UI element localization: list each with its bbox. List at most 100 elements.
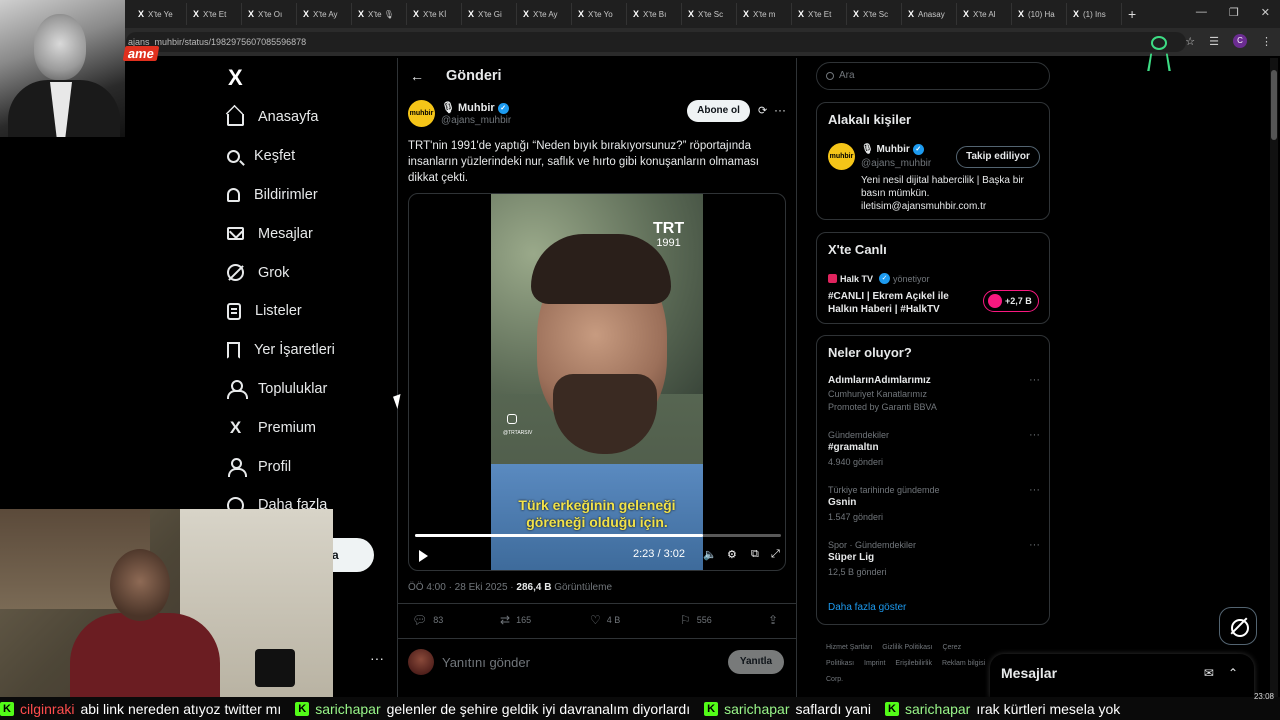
following-button[interactable]: Takip ediliyor [956, 146, 1040, 168]
show-more-link[interactable]: Daha fazla göster [828, 602, 906, 613]
account-more-icon[interactable]: ··· [370, 650, 384, 666]
bookmark-action[interactable]: ⚐ 556 [680, 613, 712, 627]
user-avatar[interactable] [408, 649, 434, 675]
reply-button[interactable]: Yanıtla [728, 650, 784, 674]
nav-item[interactable]: Profil [220, 447, 390, 486]
tab-label: (1) Ins [1083, 9, 1106, 19]
browser-tab[interactable]: X X'te Ye [132, 3, 187, 25]
nav-item[interactable]: X Premium [220, 408, 390, 447]
play-icon[interactable] [419, 550, 428, 562]
back-arrow-icon[interactable]: ← [410, 68, 424, 84]
url-field[interactable]: ajans_muhbir/status/1982975607085596878 [126, 32, 1186, 52]
search-input[interactable]: Ara [816, 62, 1050, 90]
communities-icon [227, 380, 248, 400]
new-message-icon[interactable]: ✉ [1204, 666, 1214, 680]
browser-tab[interactable]: X X'te Ay [517, 3, 572, 25]
card-title: Neler oluyor? [828, 345, 912, 360]
live-host[interactable]: Halk TV ✓ yönetiyor [828, 273, 930, 284]
trend-more-icon[interactable]: ··· [1029, 429, 1040, 441]
scroll-thumb[interactable] [1271, 70, 1277, 140]
nav-item[interactable]: Keşfet [220, 137, 390, 176]
browser-tab[interactable]: X X'te Yo [572, 3, 627, 25]
settings-icon[interactable]: ⚙ [727, 548, 737, 561]
footer-link[interactable]: Imprint [864, 660, 885, 667]
nav-item-label: Mesajlar [258, 225, 313, 242]
footer-link[interactable]: Gizlilik Politikası [882, 644, 932, 651]
nav-item[interactable]: Anasayfa [220, 98, 390, 137]
x-logo-icon[interactable]: X [228, 66, 252, 90]
trend-item[interactable]: AdımlarınAdımlarımız Cumhuriyet Kanatları… [828, 374, 1040, 414]
trend-more-icon[interactable]: ··· [1029, 374, 1040, 386]
related-name[interactable]: 🎙 Muhbir ✓ [861, 144, 924, 155]
like-action[interactable]: ♡ 4 B [590, 613, 620, 627]
browser-tab[interactable]: X (1) Ins [1067, 3, 1122, 25]
trend-more-icon[interactable]: ··· [1029, 539, 1040, 551]
nav-item[interactable]: Mesajlar [220, 214, 390, 253]
browser-tab[interactable]: X X'te Et [187, 3, 242, 25]
browser-tab[interactable]: X X'te Sc [682, 3, 737, 25]
messages-drawer[interactable]: Mesajlar ✉ ⌃ [990, 654, 1254, 698]
related-avatar[interactable]: muhbir [828, 143, 855, 170]
scrollbar[interactable] [1270, 58, 1278, 698]
x-favicon-icon: X [303, 9, 310, 19]
minimize-icon[interactable]: — [1196, 6, 1207, 19]
tweet-more-icon[interactable]: ··· [774, 103, 786, 117]
star-icon[interactable]: ☆ [1185, 35, 1195, 48]
author-name[interactable]: 🎙 Muhbir ✓ [441, 101, 509, 114]
browser-tab[interactable]: X X'te Kİ [407, 3, 462, 25]
extension-figure-icon[interactable] [1147, 36, 1171, 71]
share-action[interactable]: ⇪ [768, 613, 778, 627]
video-progress-bar[interactable] [415, 534, 781, 537]
author-avatar[interactable]: muhbir [408, 100, 435, 127]
media-controls-icon[interactable]: ☰ [1209, 35, 1219, 48]
new-tab-button[interactable]: + [1128, 6, 1136, 22]
profile-avatar[interactable]: C [1233, 34, 1247, 48]
browser-tab[interactable]: X X'te Al [957, 3, 1012, 25]
browser-menu-icon[interactable]: ⋮ [1261, 35, 1272, 48]
author-handle[interactable]: @ajans_muhbir [441, 115, 511, 126]
nav-item[interactable]: Bildirimler [220, 176, 390, 215]
trend-count: 4.940 gönderi [828, 457, 884, 467]
volume-icon[interactable]: 🔈 [703, 548, 717, 561]
x-favicon-icon: X [908, 9, 915, 19]
browser-tab[interactable]: X X'te Oı [242, 3, 297, 25]
pip-icon[interactable]: ⧉ [751, 548, 759, 561]
nav-item[interactable]: Yer İşaretleri [220, 331, 390, 370]
close-icon[interactable]: ✕ [1261, 6, 1270, 19]
browser-tab[interactable]: X X'te Gi [462, 3, 517, 25]
browser-tab[interactable]: X X'te m [737, 3, 792, 25]
browser-tab[interactable]: X X'te Et [792, 3, 847, 25]
trend-count: 1.547 gönderi [828, 512, 884, 522]
fullscreen-icon[interactable]: ⤢ [771, 548, 780, 561]
footer-link[interactable]: Erişilebilirlik [895, 660, 932, 667]
video-player[interactable]: TRT 1991 @TRTARSIV Türk erkeğinin geleneğ… [408, 193, 786, 571]
nav-item[interactable]: Topluluklar [220, 370, 390, 409]
x-favicon-icon: X [1073, 9, 1080, 19]
browser-tab[interactable]: X X'te Bı [627, 3, 682, 25]
trend-more-icon[interactable]: ··· [1029, 484, 1040, 496]
restore-icon[interactable]: ❐ [1229, 6, 1239, 19]
repost-action[interactable]: ⇄ 165 [500, 613, 531, 627]
browser-tab[interactable]: X Anasay [902, 3, 957, 25]
related-handle[interactable]: @ajans_muhbir [861, 158, 931, 169]
browser-tab[interactable]: X X'te Sc [847, 3, 902, 25]
footer-link[interactable]: Reklam bilgisi [942, 660, 985, 667]
trend-item[interactable]: Spor · Gündemdekiler Süper Lig 12,5 B gönd… [828, 539, 1040, 579]
reply-input[interactable]: Yanıtını gönder [442, 655, 530, 670]
trend-item[interactable]: Türkiye tarihinde gündemde Gsnin 1.547 gön… [828, 484, 1040, 524]
footer-link[interactable]: Hizmet Şartları [826, 644, 872, 651]
nav-item[interactable]: Listeler [220, 292, 390, 331]
trend-item[interactable]: Gündemdekiler #gramaltın 4.940 gönderi ··· [828, 429, 1040, 469]
grok-explain-icon[interactable]: ⟳ [758, 104, 767, 117]
browser-tab[interactable]: X X'te 🎙 [352, 3, 407, 25]
subscribe-button[interactable]: Abone ol [687, 100, 750, 122]
nav-item[interactable]: Grok [220, 253, 390, 292]
chevron-up-icon[interactable]: ⌃ [1228, 666, 1238, 680]
nav-item-label: Topluluklar [258, 380, 328, 397]
live-listeners-badge[interactable]: +2,7 B [983, 290, 1039, 312]
grok-floating-button[interactable] [1219, 607, 1257, 645]
browser-tab[interactable]: X (10) Ha [1012, 3, 1067, 25]
browser-tab[interactable]: X X'te Ay [297, 3, 352, 25]
live-stream-title[interactable]: #CANLI | Ekrem Açıkel ile Halkın Haberi … [828, 290, 978, 316]
reply-action[interactable]: 💬︎ 83 [412, 613, 443, 627]
